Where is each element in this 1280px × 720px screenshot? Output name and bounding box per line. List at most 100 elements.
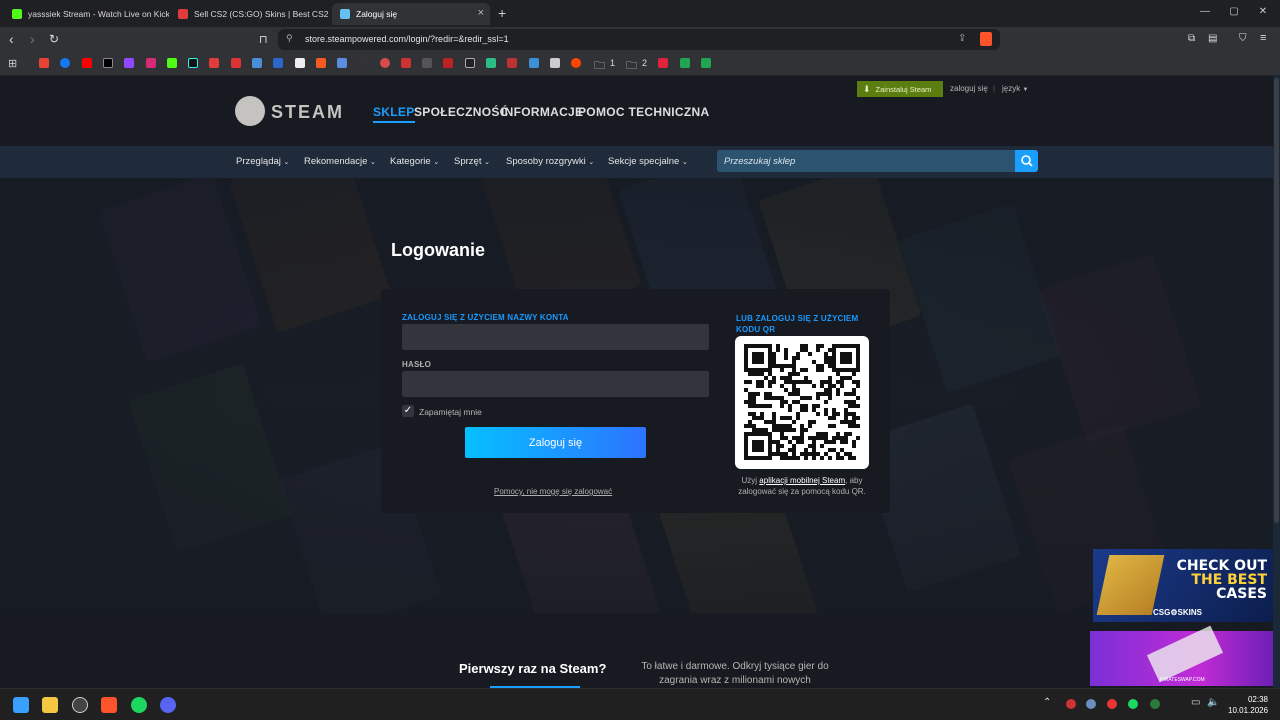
scrollbar-thumb[interactable] [1274, 78, 1279, 523]
brave-shields-icon[interactable] [980, 32, 992, 46]
new-tab-icon[interactable]: + [498, 5, 506, 21]
language-dropdown[interactable]: język ▼ [1002, 84, 1028, 93]
bookmark-icon[interactable] [465, 58, 475, 68]
nav-community[interactable]: SPOŁECZNOŚĆ [414, 105, 509, 119]
store-nav-ways-to-play[interactable]: Sposoby rozgrywki ⌄ [506, 156, 594, 167]
back-icon[interactable]: ‹ [9, 31, 14, 47]
tab-kick[interactable]: yasssiek Stream - Watch Live on Kick [4, 3, 169, 25]
steam-logo-text[interactable]: STEAM [271, 102, 344, 123]
brave-browser-icon[interactable] [101, 697, 117, 713]
sidebar-icon[interactable]: ▤ [1208, 33, 1217, 44]
spotify-icon[interactable] [131, 697, 147, 713]
pirateswap-ad-banner[interactable]: PIRATESWAP.COM [1090, 625, 1273, 686]
account-name-input[interactable] [402, 324, 709, 350]
bookmark-icon[interactable] [316, 58, 326, 68]
store-nav-hardware[interactable]: Sprzęt ⌄ [454, 156, 490, 167]
x-bookmark-icon[interactable] [103, 58, 113, 68]
remember-me-checkbox[interactable]: ✓ [402, 405, 414, 417]
site-info-icon[interactable]: ⚲ [286, 33, 293, 44]
share-icon[interactable]: ⇪ [958, 33, 966, 44]
bookmark-icon[interactable] [550, 58, 560, 68]
help-cant-sign-in-link[interactable]: Pomocy, nie mogę się zalogować [494, 487, 612, 496]
bookmark-icon[interactable] [486, 58, 496, 68]
search-button[interactable] [1015, 150, 1038, 172]
bookmark-icon[interactable] [422, 58, 432, 68]
bookmark-icon[interactable] [295, 58, 305, 68]
gmail-bookmark-icon[interactable] [39, 58, 49, 68]
reddit-bookmark-icon[interactable] [571, 58, 581, 68]
steam-logo-icon[interactable] [235, 96, 265, 126]
store-nav-browse[interactable]: Przeglądaj ⌄ [236, 156, 289, 167]
tray-app-icon[interactable] [1107, 699, 1117, 709]
store-nav-categories[interactable]: Kategorie ⌄ [390, 156, 439, 167]
sign-in-button[interactable]: Zaloguj się [465, 427, 646, 458]
facebook-bookmark-icon[interactable] [60, 58, 70, 68]
vpn-shield-icon[interactable]: ⛉ [1239, 33, 1247, 44]
password-input[interactable] [402, 371, 709, 397]
forward-icon[interactable]: › [30, 31, 35, 47]
nav-store[interactable]: SKLEP [373, 105, 415, 123]
nav-support[interactable]: POMOC TECHNICZNA [578, 105, 709, 119]
install-steam-label: Zainstaluj Steam [875, 84, 932, 94]
app-icon[interactable] [72, 697, 88, 713]
nav-about[interactable]: INFORMACJE [501, 105, 583, 119]
bookmark-icon[interactable]: ⊓ [259, 33, 268, 46]
tray-overflow-icon[interactable]: ⌃ [1043, 697, 1051, 708]
qr-code-image [744, 344, 860, 460]
bookmark-icon[interactable] [231, 58, 241, 68]
youtube-bookmark-icon[interactable] [82, 58, 92, 68]
steam-mobile-app-link[interactable]: aplikacji mobilnej Steam [759, 476, 845, 485]
bookmark-icon[interactable] [337, 58, 347, 68]
bookmark-icon[interactable] [658, 58, 668, 68]
tray-app-icon[interactable] [1066, 699, 1076, 709]
language-label: język [1002, 84, 1021, 93]
bookmark-icon[interactable] [529, 58, 539, 68]
apps-grid-icon[interactable]: ⊞ [8, 57, 17, 70]
tray-app-icon[interactable] [1150, 699, 1160, 709]
bookmark-icon[interactable] [209, 58, 219, 68]
tiktok-bookmark-icon[interactable] [188, 58, 198, 68]
csgoskins-ad-banner[interactable]: CHECK OUT THE BEST CASES CSG⚙SKINS [1093, 549, 1273, 622]
bookmark-icon[interactable] [401, 58, 411, 68]
bookmark-icon[interactable] [358, 58, 368, 68]
windows-start-icon[interactable] [13, 697, 29, 713]
install-steam-button[interactable]: ⬇ Zainstaluj Steam [857, 81, 943, 97]
kick-bookmark-icon[interactable] [167, 58, 177, 68]
discord-icon[interactable] [160, 697, 176, 713]
tab-steam-login[interactable]: Zaloguj się × [332, 3, 490, 25]
bookmark-icon[interactable] [380, 58, 390, 68]
file-explorer-icon[interactable] [42, 697, 58, 713]
close-window-icon[interactable]: ✕ [1256, 6, 1270, 17]
store-nav-special-sections[interactable]: Sekcje specjalne ⌄ [608, 156, 688, 167]
bookmark-icon[interactable] [507, 58, 517, 68]
spotify-tray-icon[interactable] [1128, 699, 1138, 709]
minimize-icon[interactable]: — [1198, 6, 1212, 17]
close-tab-icon[interactable]: × [478, 7, 484, 19]
maximize-icon[interactable]: ▢ [1227, 6, 1241, 17]
store-nav-recommendations[interactable]: Rekomendacje ⌄ [304, 156, 376, 167]
instagram-bookmark-icon[interactable] [146, 58, 156, 68]
sheets-bookmark-icon[interactable] [701, 58, 711, 68]
extensions-icon[interactable]: ⧉ [1188, 33, 1195, 44]
folder-icon[interactable]: 🗀 [626, 57, 637, 76]
bookmark-folder-label[interactable]: 2 [642, 58, 647, 68]
twitch-bookmark-icon[interactable] [124, 58, 134, 68]
page-scrollbar[interactable] [1273, 76, 1280, 688]
network-icon[interactable]: ▭ [1191, 697, 1200, 708]
address-bar[interactable]: ⚲ store.steampowered.com/login/?redir=&r… [278, 29, 1000, 50]
bookmark-icon[interactable] [443, 58, 453, 68]
sheets-bookmark-icon[interactable] [680, 58, 690, 68]
steam-tray-icon[interactable] [1086, 699, 1096, 709]
volume-icon[interactable]: 🔈 [1207, 697, 1219, 708]
remember-me-label[interactable]: Zapamiętaj mnie [419, 407, 482, 417]
folder-icon[interactable]: 🗀 [594, 57, 605, 76]
tab-csgoskins[interactable]: Sell CS2 (CS:GO) Skins | Best CS2 (CS [170, 3, 330, 25]
bookmarks-bar: ⊞ 🗀 1 🗀 2 [0, 52, 1280, 76]
menu-icon[interactable]: ≡ [1260, 32, 1266, 44]
paypal-bookmark-icon[interactable] [273, 58, 283, 68]
login-link[interactable]: zaloguj się [950, 84, 988, 93]
bookmark-folder-label[interactable]: 1 [610, 58, 615, 68]
bookmark-icon[interactable] [252, 58, 262, 68]
system-clock[interactable]: 02:38 10.01.2026 [1228, 694, 1268, 716]
reload-icon[interactable]: ↻ [49, 32, 59, 46]
